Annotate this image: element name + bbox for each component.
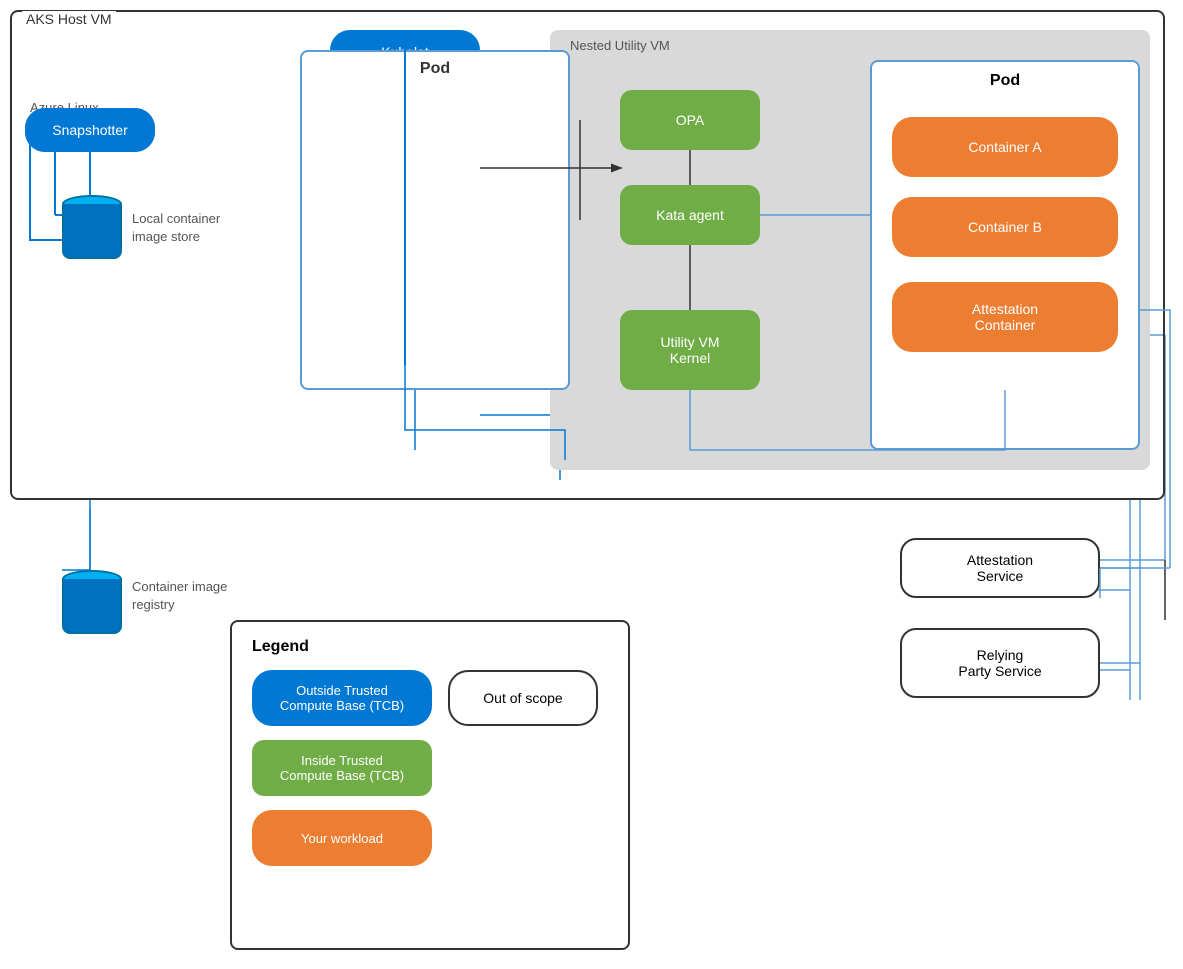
- snapshotter-button: Snapshotter: [25, 108, 155, 152]
- relying-party-service-box: RelyingParty Service: [900, 628, 1100, 698]
- aks-host-vm-label: AKS Host VM: [22, 11, 116, 27]
- nested-utility-vm-label: Nested Utility VM: [570, 38, 670, 53]
- pod-label: Pod: [420, 60, 450, 78]
- container-a-button: Container A: [892, 117, 1118, 177]
- attestation-service-box: AttestationService: [900, 538, 1100, 598]
- attestation-container-button: AttestationContainer: [892, 282, 1118, 352]
- legend-title: Legend: [252, 638, 608, 656]
- pod-box-positioned: Pod Container A Container B AttestationC…: [870, 60, 1140, 450]
- registry-cylinder: [62, 570, 122, 634]
- utility-vm-kernel-button: Utility VMKernel: [620, 310, 760, 390]
- legend-inside-tcb-sample: Inside TrustedCompute Base (TCB): [252, 740, 432, 796]
- pod-box: Pod: [300, 50, 570, 390]
- container-b-button: Container B: [892, 197, 1118, 257]
- kata-agent-button: Kata agent: [620, 185, 760, 245]
- cylinder-body: [62, 204, 122, 259]
- legend-item-outside-tcb: Outside TrustedCompute Base (TCB) Out of…: [252, 670, 608, 726]
- legend-item-your-workload: Your workload: [252, 810, 608, 866]
- legend-item-inside-tcb: Inside TrustedCompute Base (TCB): [252, 740, 608, 796]
- legend-out-of-scope-sample: Out of scope: [448, 670, 598, 726]
- legend-outside-tcb-sample: Outside TrustedCompute Base (TCB): [252, 670, 432, 726]
- registry-label: Container imageregistry: [132, 578, 227, 614]
- registry-cylinder-body: [62, 579, 122, 634]
- legend-box: Legend Outside TrustedCompute Base (TCB)…: [230, 620, 630, 950]
- legend-your-workload-sample: Your workload: [252, 810, 432, 866]
- local-store-label: Local containerimage store: [132, 210, 220, 246]
- opa-button: OPA: [620, 90, 760, 150]
- pod-title: Pod: [872, 72, 1138, 90]
- local-store-cylinder: [62, 195, 122, 259]
- diagram-container: AKS Host VM Azure Linux Kubelet Snapshot…: [0, 0, 1183, 969]
